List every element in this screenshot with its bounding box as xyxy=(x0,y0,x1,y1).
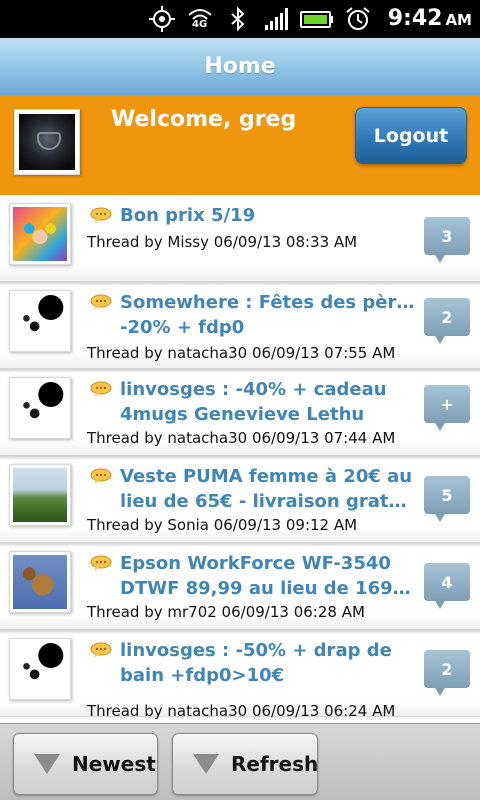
thumbnail-bw-silhouette xyxy=(13,381,67,435)
thread-row[interactable]: linvosges : -40% + cadeau 4mugs Genevieve… xyxy=(0,369,480,456)
bluetooth-icon xyxy=(224,5,252,33)
thread-thumbnail xyxy=(9,290,71,352)
thread-title-line1: linvosges : -50% + drap de xyxy=(120,640,392,661)
dropdown-triangle-icon xyxy=(193,754,219,774)
reply-count-bubble: 4 xyxy=(424,563,470,609)
thread-meta: Thread by natacha30 06/09/13 07:55 AM xyxy=(87,344,396,362)
reply-count-bubble: 2 xyxy=(424,650,470,696)
thread-meta: Thread by Sonia 06/09/13 09:12 AM xyxy=(87,516,358,534)
status-icons: 4G xyxy=(148,4,372,34)
reply-count: 2 xyxy=(424,650,470,688)
thumbnail-dog xyxy=(13,555,67,609)
welcome-bar: Welcome, greg Logout xyxy=(0,95,480,195)
thread-meta: Thread by mr702 06/09/13 06:28 AM xyxy=(87,603,365,621)
thread-title[interactable]: Bon prix 5/19 xyxy=(120,203,416,228)
title-bar: Home xyxy=(0,38,480,95)
reply-count-bubble: 3 xyxy=(424,217,470,263)
newest-button-label: Newest xyxy=(72,752,156,776)
thread-title-line2: bain +fdp0>10€ xyxy=(120,665,285,686)
status-bar: 4G 9:42 AM xyxy=(0,0,480,38)
refresh-button[interactable]: Refresh xyxy=(172,733,318,795)
page-title: Home xyxy=(204,54,276,79)
thread-thumbnail xyxy=(9,203,71,265)
logout-button[interactable]: Logout xyxy=(355,107,467,164)
thread-thumbnail xyxy=(9,551,71,613)
chat-icon xyxy=(90,381,112,397)
thread-title-line1: Epson WorkForce WF-3540 xyxy=(120,553,391,574)
thread-meta: Thread by natacha30 06/09/13 07:44 AM xyxy=(87,429,396,447)
thread-thumbnail xyxy=(9,638,71,700)
avatar-image xyxy=(19,114,75,170)
thumbnail-bw-silhouette xyxy=(13,294,67,348)
thread-title[interactable]: Veste PUMA femme à 20€ au lieu de 65€ - l… xyxy=(120,464,416,514)
thumbnail-landscape xyxy=(13,468,67,522)
newest-button[interactable]: Newest xyxy=(13,733,158,795)
avatar xyxy=(14,109,80,175)
thread-row[interactable]: linvosges : -50% + drap de bain +fdp0>10€… xyxy=(0,630,480,720)
reply-count: 5 xyxy=(424,476,470,514)
thread-title-line2: 4mugs Genevieve Lethu xyxy=(120,404,365,425)
thread-thumbnail xyxy=(9,464,71,526)
reply-count: 2 xyxy=(424,298,470,336)
thread-meta: Thread by natacha30 06/09/13 06:24 AM xyxy=(87,702,396,720)
wifi-4g-icon: 4G xyxy=(186,5,214,33)
thread-title-line1: Bon prix 5/19 xyxy=(120,205,256,226)
reply-count-bubble: 5 xyxy=(424,476,470,522)
chat-icon xyxy=(90,294,112,310)
chat-icon xyxy=(90,642,112,658)
thread-row[interactable]: Somewhere : Fêtes des pères -20% + fdp0 T… xyxy=(0,282,480,369)
thread-title-line1: Veste PUMA femme à 20€ au xyxy=(120,466,413,487)
reply-count-bubble: + xyxy=(424,385,470,431)
thread-title-line2: lieu de 65€ - livraison gratuit… xyxy=(120,491,416,512)
thread-row[interactable]: Veste PUMA femme à 20€ au lieu de 65€ - l… xyxy=(0,456,480,543)
network-type-label: 4G xyxy=(192,19,208,30)
thread-title-line1: linvosges : -40% + cadeau xyxy=(120,379,387,400)
thread-title[interactable]: Somewhere : Fêtes des pères -20% + fdp0 xyxy=(120,290,416,340)
clock-ampm: AM xyxy=(445,11,472,29)
thumbnail-colorful-face xyxy=(13,207,67,261)
reply-count-bubble: 2 xyxy=(424,298,470,344)
thread-title[interactable]: Epson WorkForce WF-3540 DTWF 89,99 au lie… xyxy=(120,551,416,601)
clock-time: 9:42 xyxy=(387,6,443,31)
thread-title[interactable]: linvosges : -50% + drap de bain +fdp0>10€ xyxy=(120,638,416,688)
thread-title-line2: DTWF 89,99 au lieu de 169 + … xyxy=(120,578,416,599)
refresh-button-label: Refresh xyxy=(231,752,319,776)
chat-icon xyxy=(90,555,112,571)
reply-count: 4 xyxy=(424,563,470,601)
thread-title-line1: Somewhere : Fêtes des pères xyxy=(120,292,416,313)
alarm-icon xyxy=(344,5,372,33)
thread-list[interactable]: Bon prix 5/19 Thread by Missy 06/09/13 0… xyxy=(0,195,480,723)
thread-row[interactable]: Epson WorkForce WF-3540 DTWF 89,99 au lie… xyxy=(0,543,480,630)
chat-icon xyxy=(90,207,112,223)
thread-title-line2: -20% + fdp0 xyxy=(120,317,245,338)
thumbnail-bw-silhouette xyxy=(13,642,67,696)
battery-icon xyxy=(300,5,334,33)
thread-meta: Thread by Missy 06/09/13 08:33 AM xyxy=(87,233,358,251)
thread-thumbnail xyxy=(9,377,71,439)
bottom-toolbar: Newest Refresh xyxy=(0,723,480,800)
gps-icon xyxy=(148,5,176,33)
welcome-text: Welcome, greg xyxy=(111,107,297,132)
thread-title[interactable]: linvosges : -40% + cadeau 4mugs Genevieve… xyxy=(120,377,416,427)
dropdown-triangle-icon xyxy=(34,754,60,774)
reply-count: 3 xyxy=(424,217,470,255)
thread-row[interactable]: Bon prix 5/19 Thread by Missy 06/09/13 0… xyxy=(0,195,480,282)
clock: 9:42 AM xyxy=(388,6,472,31)
signal-icon xyxy=(262,5,290,33)
chat-icon xyxy=(90,468,112,484)
reply-count: + xyxy=(424,385,470,423)
